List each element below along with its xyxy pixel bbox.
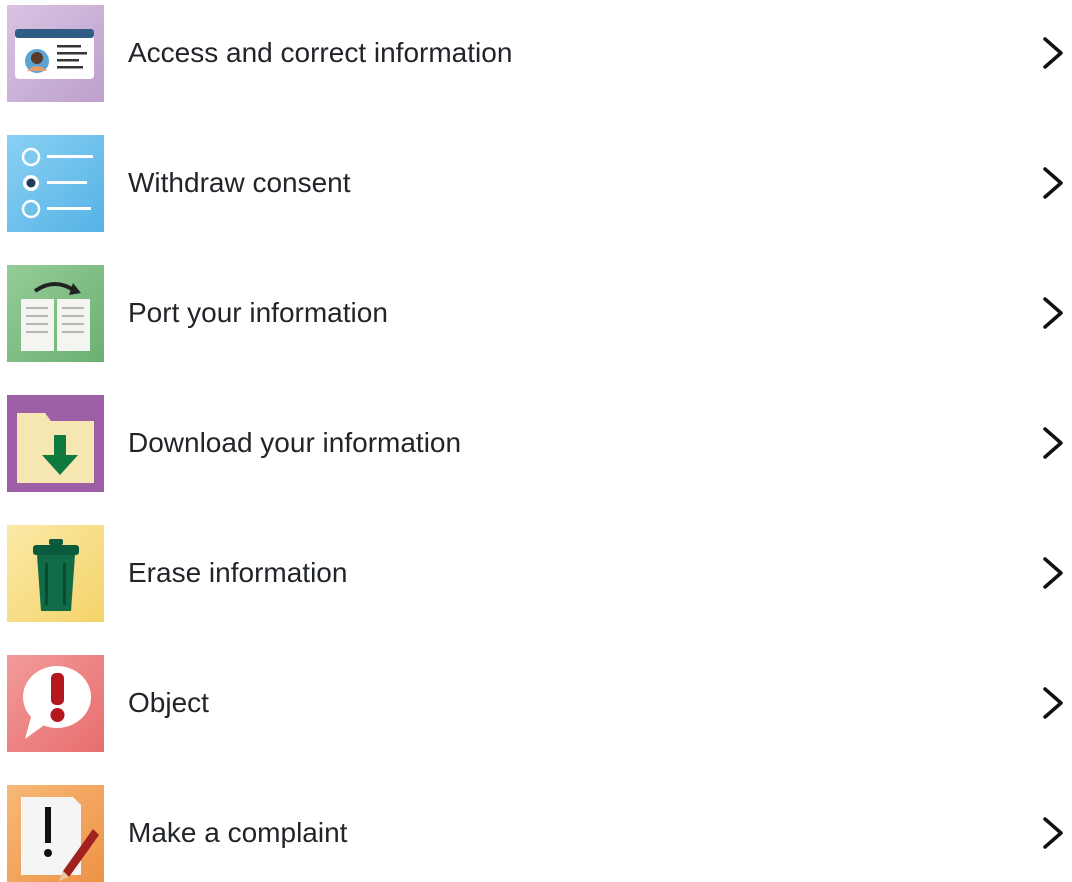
list-item-label: Object bbox=[128, 687, 209, 718]
list-item-label: Download your information bbox=[128, 427, 462, 458]
transfer-book-icon bbox=[7, 265, 104, 362]
download-folder-icon bbox=[7, 395, 104, 492]
list-item-label: Withdraw consent bbox=[128, 167, 351, 198]
chevron-right-icon bbox=[1040, 295, 1066, 331]
privacy-options-list: Access and correct information Withdraw … bbox=[0, 0, 1072, 882]
list-item-access-and-correct-information[interactable]: Access and correct information bbox=[0, 5, 1072, 102]
list-item-port-your-information[interactable]: Port your information bbox=[0, 265, 1072, 362]
list-item-label: Port your information bbox=[128, 297, 388, 328]
id-card-icon bbox=[7, 5, 104, 102]
list-item-download-your-information[interactable]: Download your information bbox=[0, 395, 1072, 492]
list-item-label: Erase information bbox=[128, 557, 348, 588]
chevron-right-icon bbox=[1040, 35, 1066, 71]
trash-bin-icon bbox=[7, 525, 104, 622]
radio-options-icon bbox=[7, 135, 104, 232]
list-item-label: Access and correct information bbox=[128, 37, 513, 68]
list-item-object[interactable]: Object bbox=[0, 655, 1072, 752]
chevron-right-icon bbox=[1040, 425, 1066, 461]
complaint-document-icon bbox=[7, 785, 104, 882]
list-item-erase-information[interactable]: Erase information bbox=[0, 525, 1072, 622]
list-item-make-a-complaint[interactable]: Make a complaint bbox=[0, 785, 1072, 882]
chevron-right-icon bbox=[1040, 555, 1066, 591]
chevron-right-icon bbox=[1040, 165, 1066, 201]
list-item-label: Make a complaint bbox=[128, 817, 348, 848]
chevron-right-icon bbox=[1040, 815, 1066, 851]
list-item-withdraw-consent[interactable]: Withdraw consent bbox=[0, 135, 1072, 232]
chevron-right-icon bbox=[1040, 685, 1066, 721]
exclamation-bubble-icon bbox=[7, 655, 104, 752]
